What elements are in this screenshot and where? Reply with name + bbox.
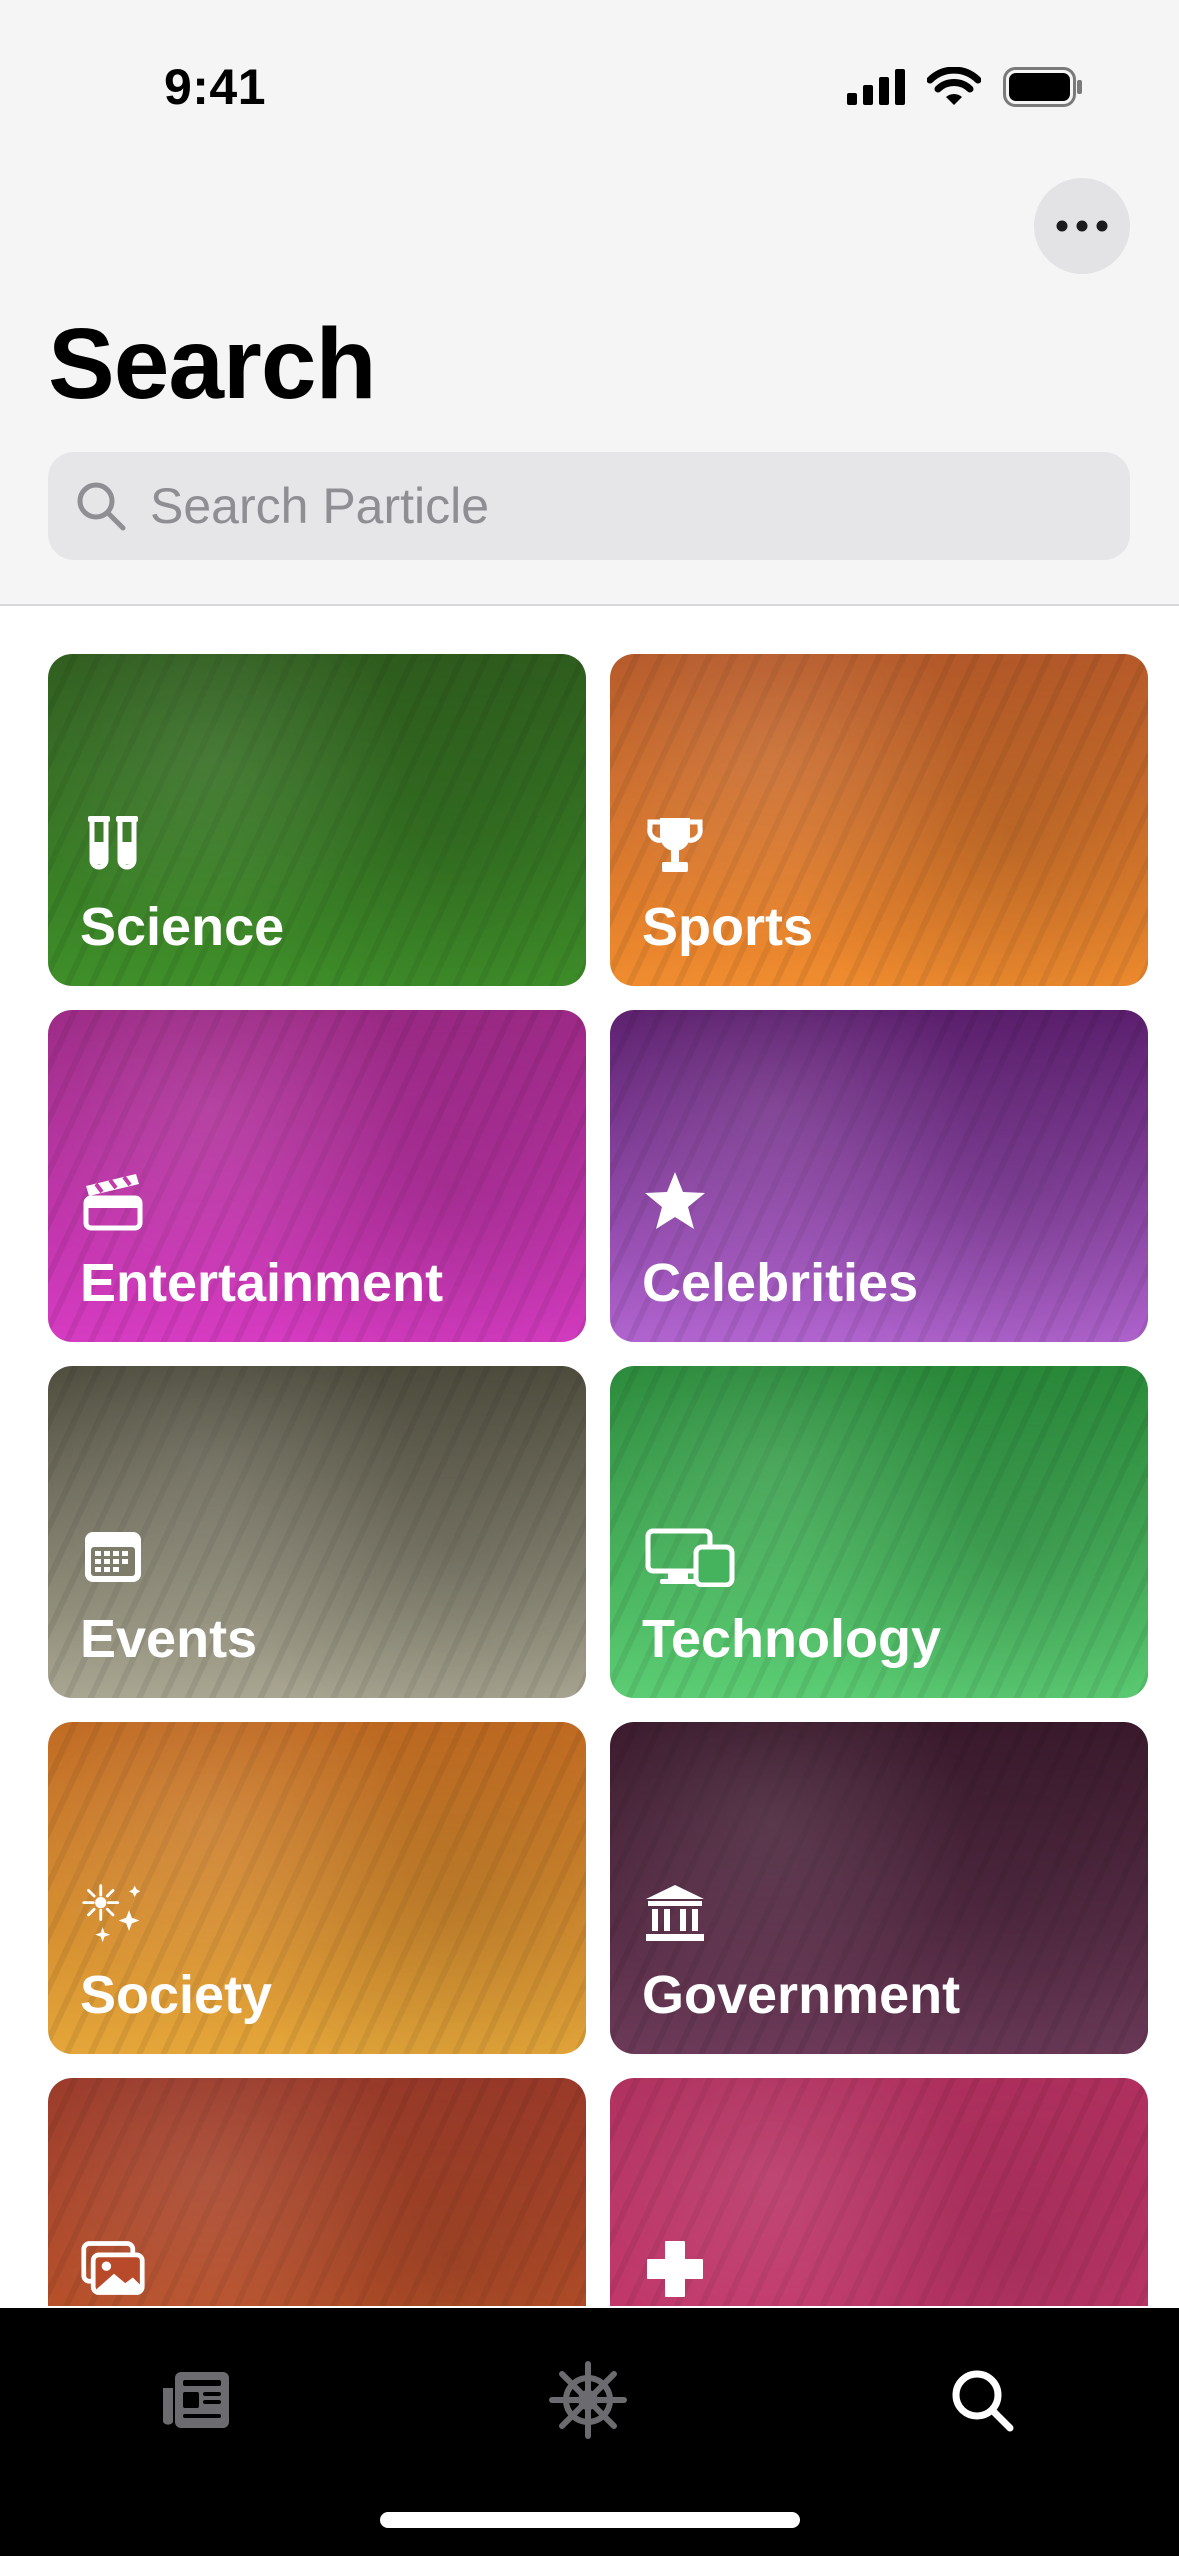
- category-tile-science[interactable]: Science: [48, 654, 586, 986]
- more-button[interactable]: [1034, 178, 1130, 274]
- status-icons: [847, 62, 1083, 112]
- category-label: Government: [642, 1965, 961, 2025]
- trophy-icon: [642, 812, 708, 878]
- category-tile-government[interactable]: Government: [610, 1722, 1148, 2054]
- building-columns-icon: [642, 1880, 708, 1946]
- star-icon: [642, 1168, 708, 1234]
- category-tile-sports[interactable]: Sports: [610, 654, 1148, 986]
- category-label: Celebrities: [642, 1253, 919, 1313]
- category-label: Technology: [642, 1609, 942, 1669]
- tab-search[interactable]: [934, 2352, 1030, 2448]
- category-tile-events[interactable]: Events: [48, 1366, 586, 1698]
- calendar-icon: [80, 1524, 146, 1590]
- home-indicator: [380, 2512, 800, 2528]
- category-tile-technology[interactable]: Technology: [610, 1366, 1148, 1698]
- tab-news[interactable]: [148, 2352, 244, 2448]
- category-tile-photos[interactable]: [48, 2078, 586, 2306]
- cellular-signal-icon: [847, 69, 905, 105]
- clapperboard-icon: [80, 1168, 146, 1234]
- category-tile-entertainment[interactable]: Entertainment: [48, 1010, 586, 1342]
- helm-icon: [549, 2361, 627, 2439]
- test-tubes-icon: [80, 812, 146, 878]
- category-tile-society[interactable]: Society: [48, 1722, 586, 2054]
- category-tile-health[interactable]: [610, 2078, 1148, 2306]
- category-label: Entertainment: [80, 1253, 444, 1313]
- devices-icon: [642, 1524, 738, 1590]
- tab-explore[interactable]: [540, 2352, 636, 2448]
- sparkles-icon: [80, 1880, 146, 1946]
- category-label: Sports: [642, 897, 814, 957]
- magnifier-icon: [952, 2370, 1014, 2432]
- photos-icon: [80, 2236, 146, 2302]
- plus-cross-icon: [642, 2236, 708, 2302]
- page-title: Search: [48, 308, 377, 420]
- category-tile-celebrities[interactable]: Celebrities: [610, 1010, 1148, 1342]
- category-label: Society: [80, 1965, 273, 2025]
- search-bar[interactable]: [48, 452, 1130, 560]
- category-label: Science: [80, 897, 285, 957]
- category-grid: Science Sports Entertainment Celebrities…: [0, 606, 1179, 2306]
- wifi-icon: [927, 67, 981, 105]
- search-input[interactable]: [148, 476, 1052, 536]
- ellipsis-icon: [1056, 220, 1108, 232]
- newspaper-icon: [163, 2372, 229, 2428]
- search-icon: [72, 477, 130, 535]
- category-label: Events: [80, 1609, 258, 1669]
- status-time: 9:41: [163, 59, 267, 115]
- battery-icon: [1003, 67, 1082, 107]
- header: 9:41 Search: [0, 0, 1179, 606]
